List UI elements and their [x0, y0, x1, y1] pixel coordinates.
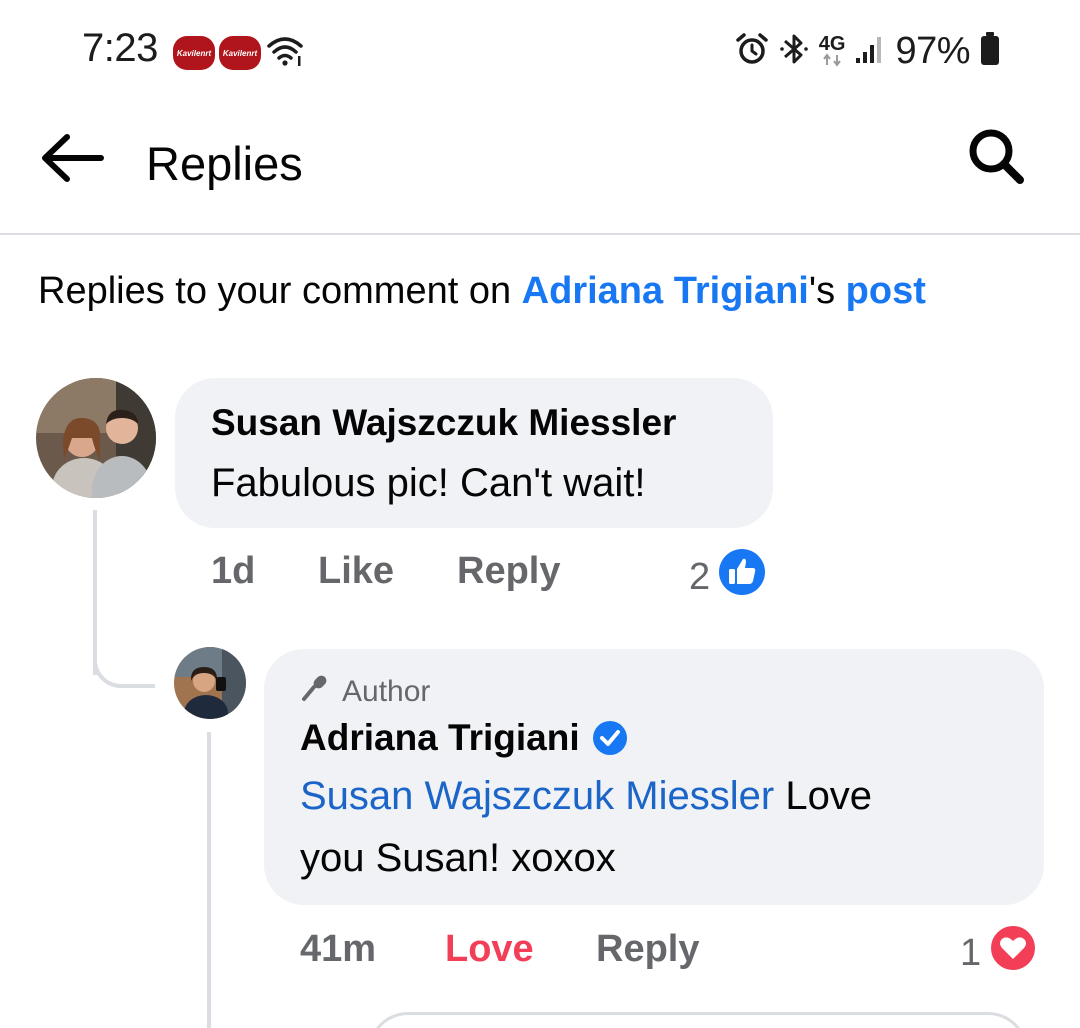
comment-text-part: Love: [774, 774, 873, 818]
status-time: 7:23: [82, 26, 158, 70]
comment-author[interactable]: Adriana Trigiani: [300, 717, 580, 759]
thread-line-curve: [93, 630, 155, 688]
replies-context-line: Replies to your comment on Adriana Trigi…: [38, 270, 926, 313]
alarm-icon: [735, 32, 769, 71]
notification-app-icon: Kavilenrt: [219, 36, 261, 70]
comment-timestamp[interactable]: 41m: [300, 928, 376, 971]
avatar[interactable]: [36, 378, 156, 498]
like-button[interactable]: Like: [318, 550, 394, 593]
mention-link[interactable]: Susan Wajszczuk Miessler: [300, 774, 774, 818]
reaction-count: 2: [689, 555, 711, 598]
comment-timestamp[interactable]: 1d: [211, 550, 255, 593]
comment-text: Fabulous pic! Can't wait!: [211, 461, 646, 505]
reaction-count: 1: [960, 931, 982, 974]
battery-icon: [980, 31, 1000, 71]
author-badge: Author: [300, 673, 430, 711]
notification-app-icon: Kavilenrt: [173, 36, 215, 70]
reaction-summary[interactable]: 2: [689, 548, 766, 606]
reaction-summary[interactable]: 1: [960, 924, 1038, 982]
heart-icon: [989, 924, 1038, 982]
reply-composer-edge[interactable]: [368, 1012, 1028, 1028]
avatar[interactable]: [174, 647, 246, 719]
status-right-cluster: 4G 97%: [735, 26, 1000, 76]
reply-bubble[interactable]: Author Adriana Trigiani Susan Wajszczuk …: [264, 649, 1044, 905]
microphone-icon: [300, 673, 330, 711]
thread-line: [207, 732, 211, 1028]
post-link[interactable]: post: [846, 270, 926, 312]
love-reaction-button[interactable]: Love: [445, 928, 534, 971]
verified-badge-icon: [592, 720, 628, 756]
author-badge-label: Author: [342, 675, 431, 708]
context-prefix: Replies to your comment on: [38, 270, 522, 312]
bluetooth-icon: [779, 31, 809, 72]
comment-author[interactable]: Susan Wajszczuk Miessler: [211, 402, 676, 444]
wifi-icon: [266, 34, 304, 73]
battery-percent: 97%: [895, 29, 970, 72]
page-name-link[interactable]: Adriana Trigiani: [522, 270, 809, 312]
app-bar: Replies: [0, 100, 1080, 235]
thumbs-up-icon: [718, 548, 766, 606]
context-possessive: 's: [808, 270, 846, 312]
page-title: Replies: [146, 137, 303, 190]
back-button[interactable]: [36, 128, 108, 192]
comment-bubble[interactable]: Susan Wajszczuk Miessler Fabulous pic! C…: [175, 378, 773, 528]
network-type-icon: 4G: [819, 34, 845, 67]
signal-icon: [855, 34, 885, 69]
search-button[interactable]: [960, 122, 1032, 194]
comment-text: Susan Wajszczuk Miessler Love you Susan!…: [300, 765, 1020, 889]
status-bar: 7:23 Kavilenrt Kavilenrt 4G 97%: [0, 0, 1080, 100]
arrow-left-icon: [39, 132, 105, 189]
reply-button[interactable]: Reply: [596, 928, 699, 971]
comment-text-part: you Susan! xoxox: [300, 836, 616, 880]
reply-button[interactable]: Reply: [457, 550, 560, 593]
reply-author-row: Adriana Trigiani: [300, 717, 628, 759]
search-icon: [965, 125, 1027, 192]
